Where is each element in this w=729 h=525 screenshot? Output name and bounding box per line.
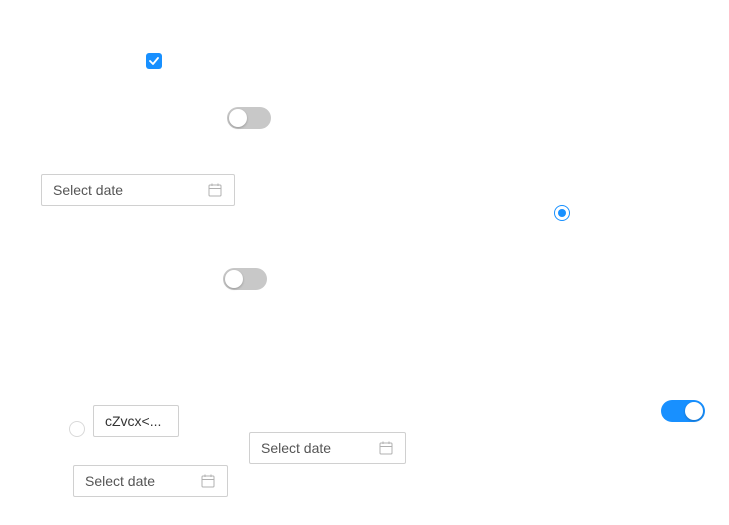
toggle-knob: [685, 402, 703, 420]
toggle-switch-3[interactable]: [661, 400, 705, 422]
date-placeholder: Select date: [85, 473, 156, 489]
text-input[interactable]: cZvcx<...: [93, 405, 179, 437]
date-picker-2[interactable]: Select date: [249, 432, 406, 464]
date-placeholder: Select date: [53, 182, 124, 198]
radio-button-1[interactable]: [554, 205, 570, 221]
calendar-icon: [379, 441, 393, 455]
toggle-switch-2[interactable]: [223, 268, 267, 290]
checkbox[interactable]: [146, 53, 162, 69]
date-picker-1[interactable]: Select date: [41, 174, 235, 206]
calendar-icon: [201, 474, 215, 488]
toggle-switch-1[interactable]: [227, 107, 271, 129]
radio-dot: [558, 209, 566, 217]
checkmark-icon: [149, 57, 159, 65]
toggle-knob: [225, 270, 243, 288]
calendar-icon: [208, 183, 222, 197]
radio-button-2[interactable]: [69, 421, 85, 437]
date-placeholder: Select date: [261, 440, 332, 456]
toggle-knob: [229, 109, 247, 127]
date-picker-3[interactable]: Select date: [73, 465, 228, 497]
